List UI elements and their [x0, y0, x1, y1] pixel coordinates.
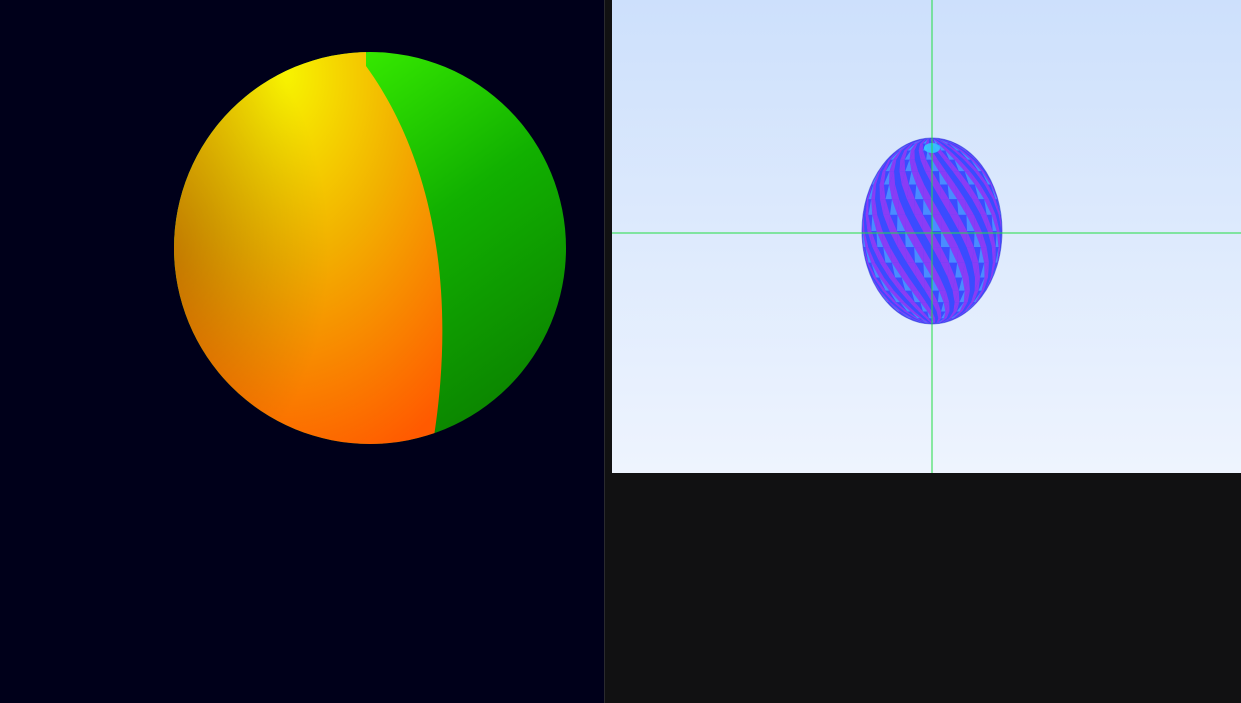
left-3d-viewport[interactable]: [0, 0, 604, 703]
app-window: [0, 0, 1241, 703]
left-viewport-canvas[interactable]: [0, 0, 604, 703]
right-pane: [605, 0, 1241, 703]
right-viewport-canvas[interactable]: [612, 0, 1241, 473]
right-3d-viewport[interactable]: [612, 0, 1241, 473]
bottom-empty-panel: [605, 473, 1241, 703]
